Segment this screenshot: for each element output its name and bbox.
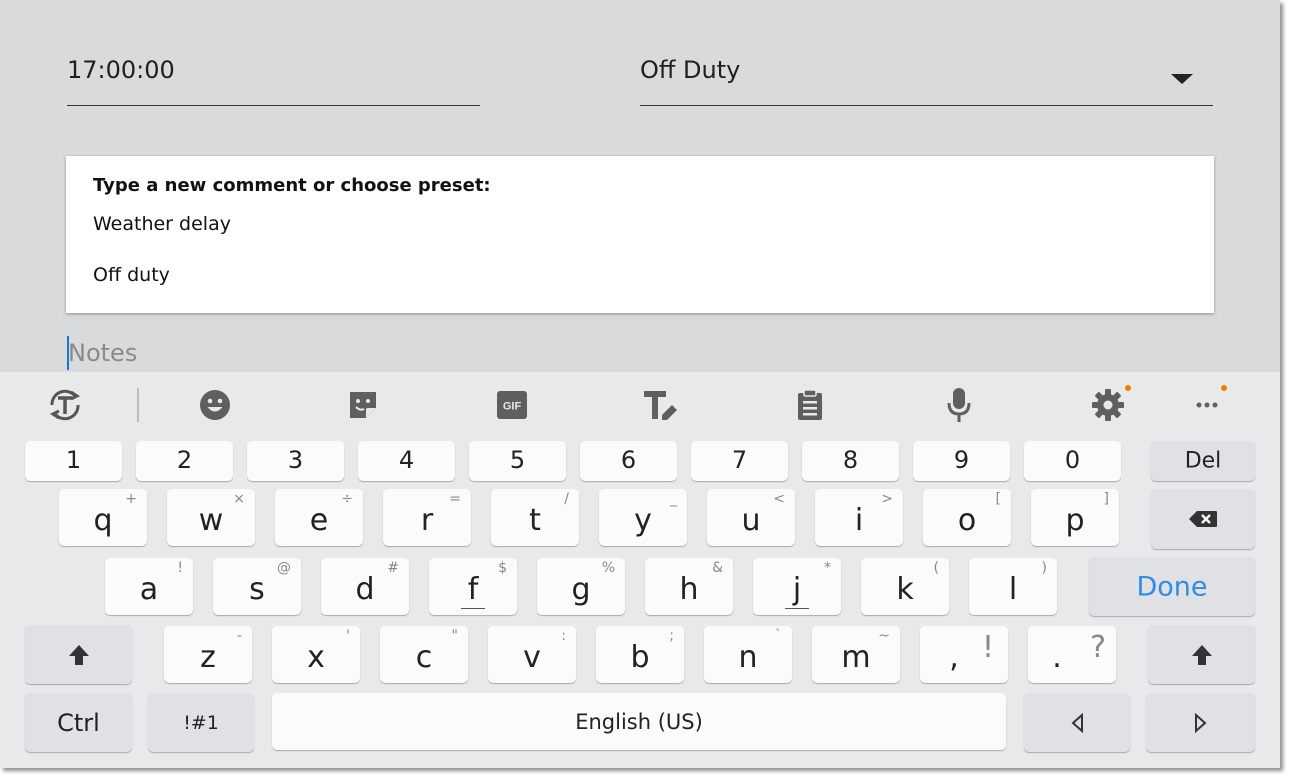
shift-icon: [68, 644, 89, 665]
key-0[interactable]: 0: [1024, 441, 1121, 481]
gif-icon[interactable]: GIF: [490, 383, 534, 427]
key-period[interactable]: .?: [1028, 626, 1116, 683]
arrow-right-icon: [1194, 712, 1207, 733]
time-value: 17:00:00: [67, 56, 175, 84]
key-c[interactable]: c ": [380, 626, 468, 683]
preset-weather-delay[interactable]: Weather delay: [93, 213, 231, 235]
key-m[interactable]: m ~: [812, 626, 900, 683]
clipboard-icon[interactable]: [788, 383, 832, 427]
key-e[interactable]: e ÷: [275, 489, 363, 546]
key-3[interactable]: 3: [247, 441, 344, 481]
key-z[interactable]: z-: [164, 626, 252, 683]
key-t[interactable]: t /: [491, 489, 579, 546]
done-button[interactable]: Done: [1089, 557, 1255, 616]
key-w[interactable]: w ×: [167, 489, 255, 546]
key-2[interactable]: 2: [136, 441, 233, 481]
on-screen-keyboard: GIF 1 2 3 4 5 6 7 8 9 0 Del q + w × e ÷ …: [0, 372, 1280, 768]
key-l[interactable]: l): [969, 558, 1057, 615]
key-g[interactable]: g%: [537, 558, 625, 615]
text-translate-icon[interactable]: [43, 383, 87, 427]
comment-preset-panel: Type a new comment or choose preset: Wea…: [66, 156, 1214, 313]
cursor-right-key[interactable]: [1146, 693, 1255, 752]
gif-icon-label: GIF: [503, 401, 522, 413]
backspace-key[interactable]: [1151, 489, 1255, 549]
key-x[interactable]: x ': [272, 626, 360, 683]
more-notification-dot: [1221, 385, 1227, 391]
key-4[interactable]: 4: [358, 441, 455, 481]
key-i[interactable]: i >: [815, 489, 903, 546]
key-s[interactable]: s @: [213, 558, 301, 615]
key-f[interactable]: f $: [429, 558, 517, 615]
key-6[interactable]: 6: [580, 441, 677, 481]
settings-notification-dot: [1125, 385, 1131, 391]
home-key-marker: [461, 608, 485, 609]
preset-off-duty[interactable]: Off duty: [93, 264, 170, 286]
key-u[interactable]: u <: [707, 489, 795, 546]
microphone-icon[interactable]: [937, 383, 981, 427]
key-comma[interactable]: ,!: [920, 626, 1008, 683]
key-5[interactable]: 5: [469, 441, 566, 481]
duty-status-dropdown[interactable]: Off Duty: [640, 46, 1213, 106]
gear-icon[interactable]: [1086, 383, 1130, 427]
dropdown-arrow-icon: [1171, 74, 1193, 84]
key-8[interactable]: 8: [802, 441, 899, 481]
shift-right-key[interactable]: [1148, 625, 1255, 684]
key-p[interactable]: p]: [1031, 489, 1119, 546]
key-n[interactable]: n `: [704, 626, 792, 683]
duty-status-value: Off Duty: [640, 56, 741, 84]
key-9[interactable]: 9: [913, 441, 1010, 481]
del-key[interactable]: Del: [1151, 441, 1255, 481]
symbols-key[interactable]: !#1: [148, 693, 254, 752]
key-a[interactable]: a!: [105, 558, 193, 615]
time-field[interactable]: 17:00:00: [67, 46, 480, 106]
arrow-left-icon: [1071, 712, 1083, 733]
sticker-icon[interactable]: [341, 383, 385, 427]
key-o[interactable]: o[: [923, 489, 1011, 546]
home-key-marker: [785, 608, 809, 609]
shift-left-key[interactable]: [25, 625, 132, 684]
notes-placeholder: Notes: [68, 339, 138, 367]
key-k[interactable]: k(: [861, 558, 949, 615]
key-7[interactable]: 7: [691, 441, 788, 481]
key-d[interactable]: d #: [321, 558, 409, 615]
text-style-icon[interactable]: [639, 383, 683, 427]
key-v[interactable]: v:: [488, 626, 576, 683]
key-h[interactable]: h &: [645, 558, 733, 615]
shift-icon: [1191, 644, 1212, 665]
screen: 17:00:00 Off Duty Type a new comment or …: [0, 0, 1280, 768]
emoji-icon[interactable]: [193, 383, 237, 427]
key-q[interactable]: q +: [59, 489, 147, 546]
toolbar-divider: [137, 388, 139, 422]
backspace-icon: [1189, 511, 1217, 527]
space-bar[interactable]: English (US): [272, 693, 1006, 750]
ctrl-key[interactable]: Ctrl: [25, 693, 132, 752]
notes-input[interactable]: Notes: [67, 336, 667, 370]
key-y[interactable]: y _: [599, 489, 687, 546]
key-j[interactable]: j *: [753, 558, 841, 615]
key-r[interactable]: r =: [383, 489, 471, 546]
key-1[interactable]: 1: [25, 441, 122, 481]
comment-panel-title: Type a new comment or choose preset:: [93, 175, 491, 196]
cursor-left-key[interactable]: [1024, 693, 1130, 752]
key-b[interactable]: b;: [596, 626, 684, 683]
